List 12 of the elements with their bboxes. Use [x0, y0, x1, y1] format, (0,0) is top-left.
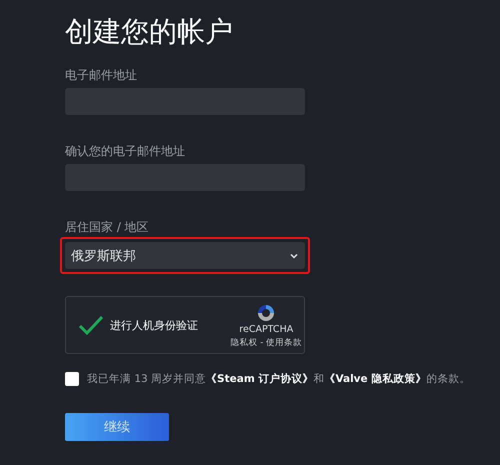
agreement-text: 我已年满 13 周岁并同意《Steam 订户协议》和《Valve 隐私政策》的条款。 [87, 372, 470, 386]
field-label: 确认您的电子邮件地址 [65, 144, 185, 158]
field-label: 居住国家 / 地区 [65, 220, 149, 234]
country-select[interactable]: 俄罗斯联邦 [65, 242, 305, 269]
captcha-brand: reCAPTCHA [239, 324, 294, 334]
agreement-checkbox[interactable] [65, 372, 79, 386]
captcha-label: 进行人机身份验证 [110, 318, 199, 332]
captcha-links[interactable]: 隐私权 - 使用条款 [230, 336, 302, 348]
captcha-widget[interactable]: 进行人机身份验证 reCAPTCHA 隐私权 - 使用条款 [65, 296, 305, 354]
chevron-icon [289, 252, 299, 260]
page-title: 创建您的帐户 [65, 14, 233, 50]
field-label: 电子邮件地址 [65, 68, 137, 82]
